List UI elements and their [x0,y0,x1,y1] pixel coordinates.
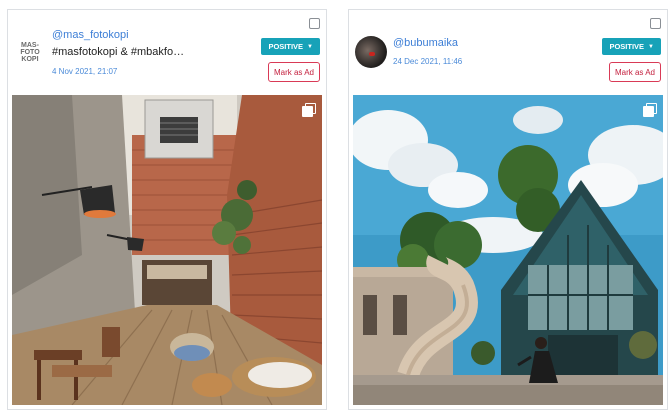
post-card: @bubumaika 24 Dec 2021, 11:46 POSITIVE ▼… [348,9,668,410]
username-link[interactable]: @bubumaika [393,37,458,49]
sentiment-dropdown[interactable]: POSITIVE ▼ [602,38,661,55]
mark-as-ad-button[interactable]: Mark as Ad [267,62,320,82]
avatar [355,36,387,68]
post-image[interactable] [12,95,322,405]
mark-as-ad-button[interactable]: Mark as Ad [608,62,661,82]
post-timestamp[interactable]: 4 Nov 2021, 21:07 [52,67,117,76]
brand-logo-icon: MAS- FOTO KOPI [20,41,40,63]
caret-down-icon: ▼ [307,43,313,50]
sentiment-label: POSITIVE [268,42,304,51]
post-image[interactable] [353,95,663,405]
username-link[interactable]: @mas_fotokopi [52,29,129,41]
multiple-images-icon [302,103,316,117]
post-card: MAS- FOTO KOPI @mas_fotokopi #masfotokopi … [7,9,327,410]
sentiment-dropdown[interactable]: POSITIVE ▼ [261,38,320,55]
post-caption: #masfotokopi & #mbakfo… [52,46,185,58]
select-checkbox[interactable] [309,18,320,29]
caret-down-icon: ▼ [648,43,654,50]
avatar: MAS- FOTO KOPI [14,36,46,68]
user-photo-icon [369,52,375,56]
architecture-photo [353,95,663,405]
sentiment-label: POSITIVE [609,42,645,51]
post-timestamp[interactable]: 24 Dec 2021, 11:46 [393,57,462,66]
multiple-images-icon [643,103,657,117]
cafe-interior-photo [12,95,322,405]
select-checkbox[interactable] [650,18,661,29]
